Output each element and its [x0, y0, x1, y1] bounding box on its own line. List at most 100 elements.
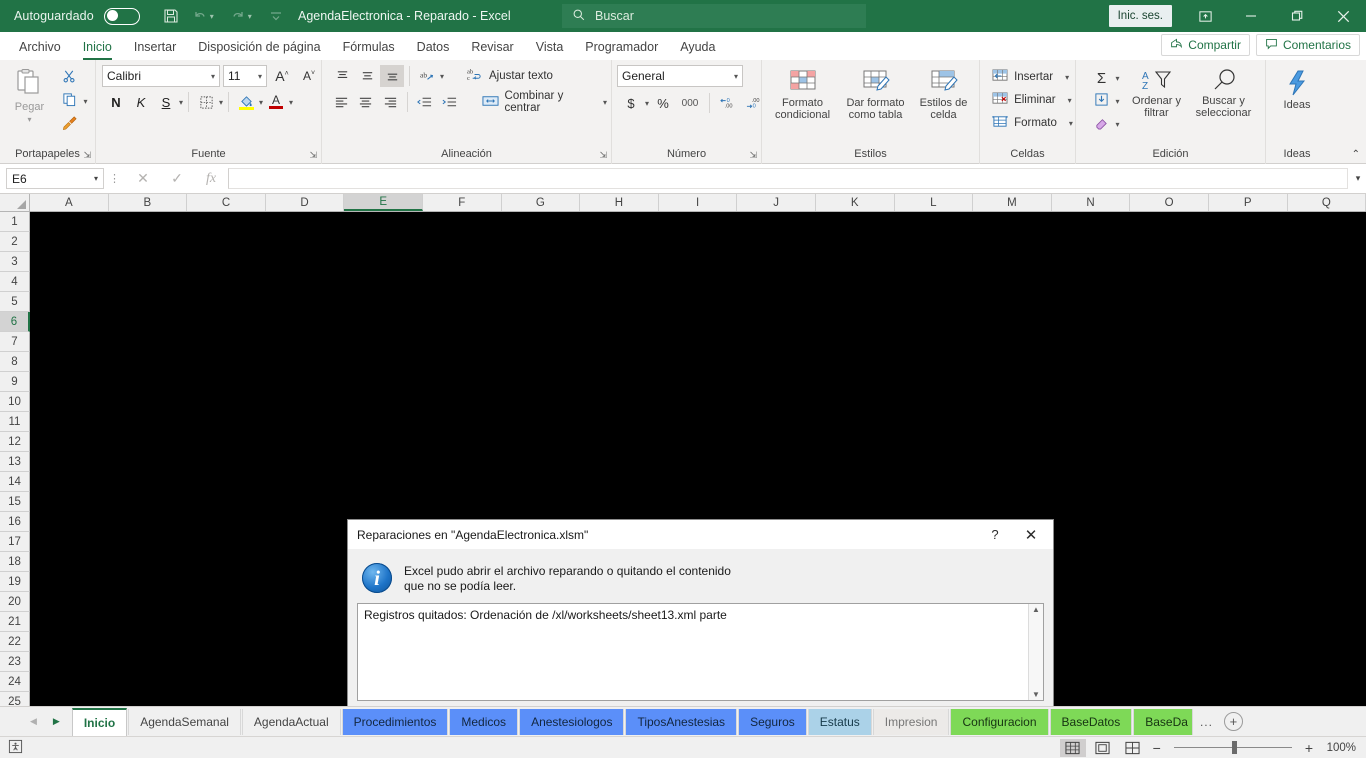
accessibility-icon[interactable] [8, 739, 23, 757]
cancel-icon[interactable]: ✕ [126, 170, 160, 187]
cell-styles-button[interactable]: Estilos de celda [913, 65, 975, 121]
autosum-dropdown-icon[interactable]: ▾ [1115, 74, 1119, 83]
column-header-L[interactable]: L [894, 194, 974, 211]
row-header-5[interactable]: 5 [0, 292, 30, 312]
percent-format-button[interactable]: % [651, 92, 675, 114]
fill-color-dropdown-icon[interactable]: ▾ [259, 98, 263, 107]
row-header-17[interactable]: 17 [0, 532, 30, 552]
font-family-dropdown-icon[interactable]: ▾ [207, 72, 215, 81]
row-header-18[interactable]: 18 [0, 552, 30, 572]
column-header-O[interactable]: O [1130, 194, 1209, 211]
row-header-13[interactable]: 13 [0, 452, 30, 472]
tab-disposicion-de-pagina[interactable]: Disposición de página [187, 34, 331, 60]
row-header-1[interactable]: 1 [0, 212, 30, 232]
align-center-button[interactable] [354, 91, 377, 113]
italic-button[interactable]: K [129, 91, 153, 113]
column-header-P[interactable]: P [1208, 194, 1288, 211]
tab-insertar[interactable]: Insertar [123, 34, 187, 60]
column-header-I[interactable]: I [658, 194, 738, 211]
column-header-E[interactable]: E [344, 194, 423, 211]
insert-dropdown-icon[interactable]: ▾ [1065, 73, 1069, 82]
tab-formulas[interactable]: Fórmulas [332, 34, 406, 60]
sheet-tab-baseda-truncated[interactable]: BaseDa [1133, 708, 1193, 735]
decrease-font-size-button[interactable]: A˅ [297, 65, 321, 87]
clipboard-dialog-launcher-icon[interactable]: ⇲ [83, 148, 91, 163]
help-icon[interactable]: ? [981, 520, 1009, 550]
increase-indent-button[interactable] [437, 91, 460, 113]
share-button[interactable]: Compartir [1161, 34, 1250, 56]
decrease-indent-button[interactable] [413, 91, 436, 113]
row-header-6[interactable]: 6 [0, 312, 30, 332]
tab-archivo[interactable]: Archivo [8, 34, 72, 60]
row-header-15[interactable]: 15 [0, 492, 30, 512]
sheet-tab-inicio[interactable]: Inicio [71, 707, 128, 736]
redo-dropdown-icon[interactable]: ▾ [248, 12, 260, 21]
fill-dropdown-icon[interactable]: ▾ [1115, 97, 1119, 106]
customize-qat-icon[interactable] [263, 4, 289, 28]
formula-input[interactable] [228, 168, 1348, 189]
sheet-tabs-overflow[interactable]: ... [1194, 715, 1219, 729]
delete-dropdown-icon[interactable]: ▾ [1068, 96, 1072, 105]
align-bottom-button[interactable] [380, 65, 404, 87]
row-header-22[interactable]: 22 [0, 632, 30, 652]
scroll-down-icon[interactable]: ▼ [1032, 690, 1040, 699]
row-header-2[interactable]: 2 [0, 232, 30, 252]
listbox-scrollbar[interactable]: ▲ ▼ [1028, 604, 1043, 700]
font-dialog-launcher-icon[interactable]: ⇲ [309, 148, 317, 163]
minimize-icon[interactable] [1228, 0, 1274, 32]
sheet-tab-tiposanestesias[interactable]: TiposAnestesias [625, 708, 738, 735]
column-header-G[interactable]: G [501, 194, 581, 211]
add-sheet-button[interactable]: + [1223, 712, 1243, 731]
prev-sheet-icon[interactable]: ◀ [30, 716, 37, 727]
column-header-C[interactable]: C [187, 194, 266, 211]
align-middle-button[interactable] [355, 65, 379, 87]
format-dropdown-icon[interactable]: ▾ [1069, 119, 1073, 128]
font-color-button[interactable]: A [264, 91, 288, 113]
row-header-23[interactable]: 23 [0, 652, 30, 672]
page-break-icon[interactable] [1120, 739, 1146, 757]
row-header-14[interactable]: 14 [0, 472, 30, 492]
underline-button[interactable]: S [154, 91, 178, 113]
number-format-dropdown-icon[interactable]: ▾ [730, 72, 738, 81]
tab-datos[interactable]: Datos [406, 34, 461, 60]
alignment-dialog-launcher-icon[interactable]: ⇲ [599, 148, 607, 163]
format-painter-button[interactable] [55, 113, 91, 135]
enter-icon[interactable]: ✓ [160, 170, 194, 187]
insert-function-icon[interactable]: fx [194, 171, 228, 187]
row-header-10[interactable]: 10 [0, 392, 30, 412]
sheet-tab-configuracion[interactable]: Configuracion [950, 708, 1049, 735]
row-header-11[interactable]: 11 [0, 412, 30, 432]
row-header-4[interactable]: 4 [0, 272, 30, 292]
scroll-up-icon[interactable]: ▲ [1032, 605, 1040, 614]
clear-button[interactable]: ▾ [1087, 113, 1123, 135]
tab-vista[interactable]: Vista [525, 34, 575, 60]
number-format-select[interactable]: General ▾ [617, 65, 743, 87]
row-header-7[interactable]: 7 [0, 332, 30, 352]
increase-decimal-button[interactable]: 0.00 [716, 92, 740, 114]
delete-cells-button[interactable]: Eliminar ▾ [986, 89, 1076, 111]
tab-programador[interactable]: Programador [574, 34, 669, 60]
number-dialog-launcher-icon[interactable]: ⇲ [749, 148, 757, 163]
format-cells-button[interactable]: Formato ▾ [986, 112, 1077, 134]
zoom-level-label[interactable]: 100% [1320, 742, 1356, 754]
sign-in-button[interactable]: Inic. ses. [1108, 5, 1172, 27]
bold-button[interactable]: N [104, 91, 128, 113]
select-all-button[interactable] [0, 194, 30, 211]
font-size-dropdown-icon[interactable]: ▾ [254, 72, 262, 81]
borders-button[interactable] [194, 91, 218, 113]
sheet-tab-basedatos[interactable]: BaseDatos [1049, 708, 1133, 735]
zoom-slider[interactable] [1173, 740, 1292, 756]
name-box-dropdown-icon[interactable]: ▾ [94, 174, 98, 183]
column-header-J[interactable]: J [737, 194, 816, 211]
tab-ayuda[interactable]: Ayuda [669, 34, 726, 60]
column-header-K[interactable]: K [815, 194, 895, 211]
fill-button[interactable]: ▾ [1087, 90, 1123, 112]
undo-dropdown-icon[interactable]: ▾ [210, 12, 222, 21]
sheet-tab-anestesiologos[interactable]: Anestesiologos [519, 708, 625, 735]
copy-button[interactable]: ▾ [55, 90, 91, 112]
find-select-button[interactable]: Buscar y seleccionar [1190, 65, 1258, 119]
orientation-dropdown-icon[interactable]: ▾ [440, 72, 444, 81]
format-as-table-button[interactable]: Dar formato como tabla [841, 65, 911, 121]
next-sheet-icon[interactable]: ▶ [53, 716, 60, 727]
conditional-formatting-button[interactable]: Formato condicional [767, 65, 839, 121]
